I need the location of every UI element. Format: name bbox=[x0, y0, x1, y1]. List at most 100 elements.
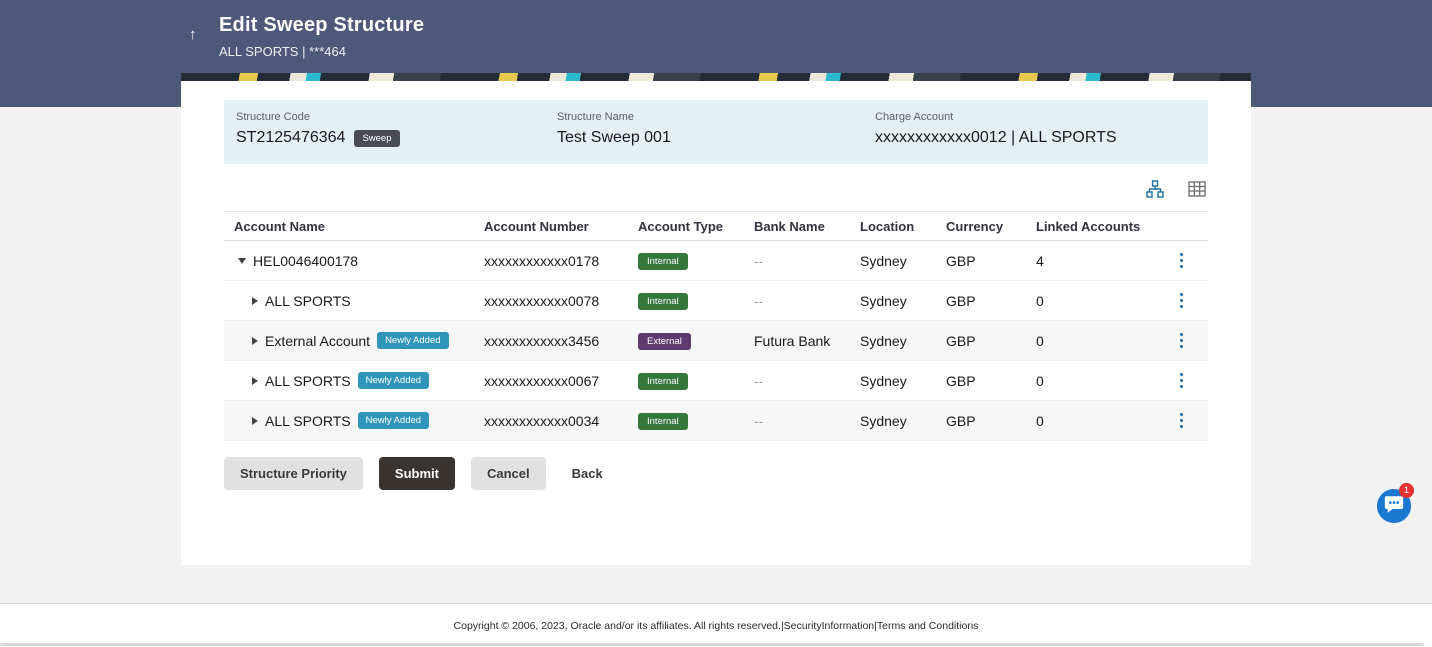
table-row[interactable]: HEL0046400178 xxxxxxxxxxxx0178 Internal … bbox=[224, 241, 1208, 281]
account-number: xxxxxxxxxxxx0178 bbox=[474, 253, 628, 269]
account-number: xxxxxxxxxxxx0067 bbox=[474, 373, 628, 389]
table-row[interactable]: ALL SPORTS Newly Added xxxxxxxxxxxx0034 … bbox=[224, 401, 1208, 441]
column-header-location: Location bbox=[850, 219, 936, 234]
table-header: Account Name Account Number Account Type… bbox=[224, 211, 1208, 241]
back-arrow-icon[interactable]: ↑ bbox=[189, 26, 197, 43]
content-card: Structure Code ST2125476364 Sweep Struct… bbox=[181, 73, 1251, 565]
structure-priority-button[interactable]: Structure Priority bbox=[224, 457, 363, 490]
account-type-badge: Internal bbox=[638, 253, 688, 270]
expand-arrow-icon[interactable] bbox=[252, 377, 258, 385]
page-header-titles: Edit Sweep Structure ALL SPORTS | ***464 bbox=[219, 14, 424, 59]
linked-accounts: 0 bbox=[1026, 293, 1150, 309]
account-name: ALL SPORTS bbox=[265, 293, 351, 309]
currency: GBP bbox=[936, 253, 1026, 269]
account-name: ALL SPORTS bbox=[265, 413, 351, 429]
column-header-currency: Currency bbox=[936, 219, 1026, 234]
expand-arrow-icon[interactable] bbox=[252, 417, 258, 425]
bank-name: -- bbox=[744, 253, 850, 269]
tree-view-icon[interactable] bbox=[1146, 180, 1164, 198]
bank-name: -- bbox=[744, 293, 850, 309]
expand-arrow-icon[interactable] bbox=[252, 297, 258, 305]
account-type-badge: Internal bbox=[638, 413, 688, 430]
kebab-menu-icon[interactable] bbox=[1177, 410, 1187, 432]
account-number: xxxxxxxxxxxx3456 bbox=[474, 333, 628, 349]
currency: GBP bbox=[936, 413, 1026, 429]
location: Sydney bbox=[850, 373, 936, 389]
account-name-cell: HEL0046400178 bbox=[224, 253, 474, 269]
chat-button[interactable]: 1 bbox=[1375, 487, 1413, 525]
row-actions-cell bbox=[1150, 290, 1208, 312]
linked-accounts: 0 bbox=[1026, 373, 1150, 389]
location: Sydney bbox=[850, 333, 936, 349]
account-name-cell: ALL SPORTS bbox=[224, 293, 474, 309]
submit-button[interactable]: Submit bbox=[379, 457, 455, 490]
kebab-menu-icon[interactable] bbox=[1177, 370, 1187, 392]
view-switcher bbox=[224, 180, 1206, 198]
chat-unread-badge: 1 bbox=[1399, 483, 1414, 498]
app-window: ↑ Edit Sweep Structure ALL SPORTS | ***4… bbox=[0, 0, 1432, 647]
structure-name-field: Structure Name Test Sweep 001 bbox=[557, 111, 875, 153]
account-type-badge: External bbox=[638, 333, 691, 350]
linked-accounts: 0 bbox=[1026, 333, 1150, 349]
expand-arrow-icon[interactable] bbox=[252, 337, 258, 345]
linked-accounts: 0 bbox=[1026, 413, 1150, 429]
terms-and-conditions-link[interactable]: Terms and Conditions bbox=[877, 620, 979, 632]
kebab-menu-icon[interactable] bbox=[1177, 290, 1187, 312]
column-header-account-type: Account Type bbox=[628, 219, 744, 234]
table-row[interactable]: ALL SPORTS Newly Added xxxxxxxxxxxx0067 … bbox=[224, 361, 1208, 401]
structure-name-label: Structure Name bbox=[557, 111, 875, 123]
newly-added-badge: Newly Added bbox=[358, 372, 429, 389]
account-type-badge: Internal bbox=[638, 373, 688, 390]
column-header-bank-name: Bank Name bbox=[744, 219, 850, 234]
charge-account-value: xxxxxxxxxxxx0012 | ALL SPORTS bbox=[875, 129, 1117, 147]
charge-account-label: Charge Account bbox=[875, 111, 1117, 123]
bank-name: -- bbox=[744, 373, 850, 389]
account-name-cell: ALL SPORTS Newly Added bbox=[224, 372, 474, 389]
table-row[interactable]: ALL SPORTS xxxxxxxxxxxx0078 Internal -- … bbox=[224, 281, 1208, 321]
linked-accounts: 4 bbox=[1026, 253, 1150, 269]
currency: GBP bbox=[936, 293, 1026, 309]
row-actions-cell bbox=[1150, 250, 1208, 272]
account-name-cell: ALL SPORTS Newly Added bbox=[224, 412, 474, 429]
sweep-badge: Sweep bbox=[354, 130, 399, 147]
account-type-cell: Internal bbox=[628, 291, 744, 310]
account-type-cell: External bbox=[628, 331, 744, 350]
bank-name: -- bbox=[744, 413, 850, 429]
kebab-menu-icon[interactable] bbox=[1177, 250, 1187, 272]
collapse-arrow-icon[interactable] bbox=[238, 258, 246, 264]
column-header-linked-accounts: Linked Accounts bbox=[1026, 219, 1150, 234]
account-number: xxxxxxxxxxxx0078 bbox=[474, 293, 628, 309]
account-name-cell: External Account Newly Added bbox=[224, 332, 474, 349]
column-header-account-number: Account Number bbox=[474, 219, 628, 234]
horizontal-scrollbar[interactable] bbox=[0, 643, 1424, 646]
newly-added-badge: Newly Added bbox=[358, 412, 429, 429]
account-name: ALL SPORTS bbox=[265, 373, 351, 389]
page-title: Edit Sweep Structure bbox=[219, 14, 424, 37]
security-information-link[interactable]: SecurityInformation bbox=[784, 620, 874, 632]
structure-summary-bar: Structure Code ST2125476364 Sweep Struct… bbox=[224, 100, 1208, 164]
location: Sydney bbox=[850, 413, 936, 429]
account-name: HEL0046400178 bbox=[253, 253, 358, 269]
page-footer: Copyright © 2006, 2023, Oracle and/or it… bbox=[0, 603, 1432, 647]
decorative-banner bbox=[181, 73, 1251, 81]
currency: GBP bbox=[936, 373, 1026, 389]
charge-account-field: Charge Account xxxxxxxxxxxx0012 | ALL SP… bbox=[875, 111, 1117, 153]
cancel-button[interactable]: Cancel bbox=[471, 457, 546, 490]
newly-added-badge: Newly Added bbox=[377, 332, 448, 349]
bank-name: Futura Bank bbox=[744, 333, 850, 349]
location: Sydney bbox=[850, 253, 936, 269]
account-type-cell: Internal bbox=[628, 251, 744, 270]
account-name: External Account bbox=[265, 333, 370, 349]
page-subtitle: ALL SPORTS | ***464 bbox=[219, 44, 424, 59]
row-actions-cell bbox=[1150, 370, 1208, 392]
kebab-menu-icon[interactable] bbox=[1177, 330, 1187, 352]
back-link[interactable]: Back bbox=[572, 466, 603, 481]
copyright-text: Copyright © 2006, 2023, Oracle and/or it… bbox=[454, 620, 781, 632]
table-row[interactable]: External Account Newly Added xxxxxxxxxxx… bbox=[224, 321, 1208, 361]
row-actions-cell bbox=[1150, 330, 1208, 352]
row-actions-cell bbox=[1150, 410, 1208, 432]
card-body: Structure Code ST2125476364 Sweep Struct… bbox=[181, 81, 1251, 565]
table-view-icon[interactable] bbox=[1188, 180, 1206, 198]
structure-code-label: Structure Code bbox=[236, 111, 557, 123]
structure-code-field: Structure Code ST2125476364 Sweep bbox=[236, 111, 557, 153]
